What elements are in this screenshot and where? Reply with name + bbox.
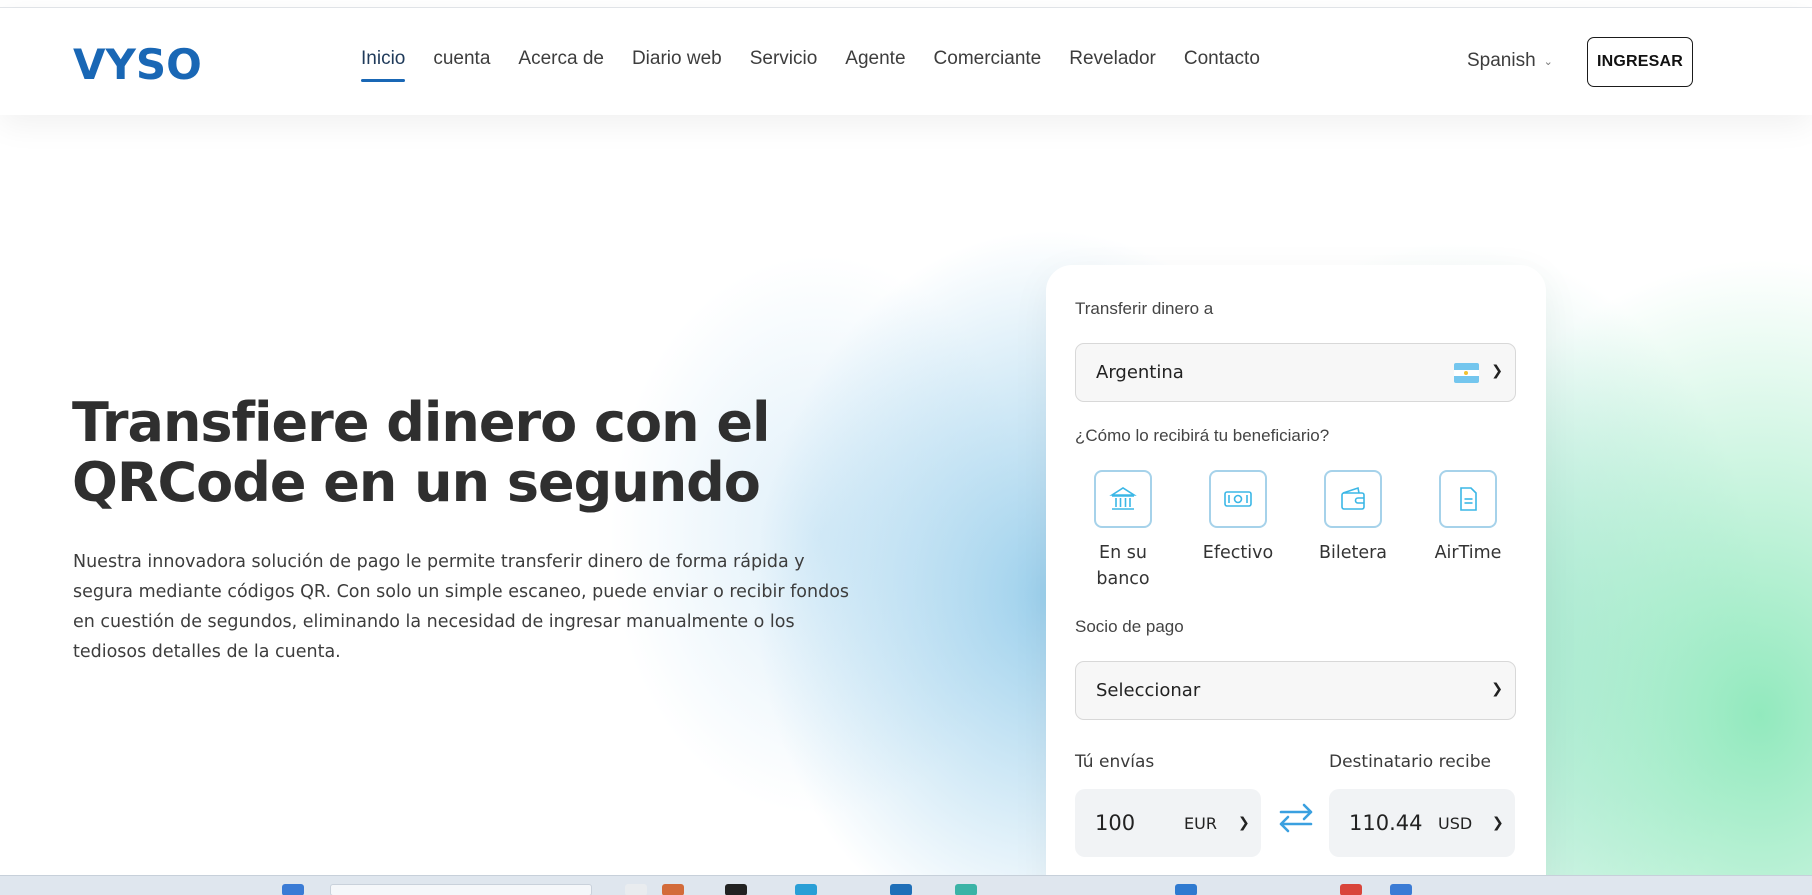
login-button[interactable]: INGRESAR (1587, 37, 1693, 87)
method-cash-label: Efectivo (1202, 543, 1274, 563)
nav-acerca-de[interactable]: Acerca de (518, 48, 604, 82)
taskbar-app-icon[interactable] (662, 884, 684, 895)
method-label: ¿Cómo lo recibirá tu beneficiario? (1075, 426, 1330, 445)
language-label: Spanish (1467, 50, 1536, 71)
cash-icon (1209, 470, 1267, 528)
bank-icon (1094, 470, 1152, 528)
receive-currency[interactable]: USD (1438, 814, 1472, 833)
swap-currency-icon[interactable] (1275, 800, 1317, 841)
send-amount-value[interactable]: 100 (1095, 811, 1135, 835)
hero-title-line-2: QRCode en un segundo (72, 451, 761, 514)
chevron-down-icon: ⌄ (1543, 55, 1553, 68)
os-taskbar (0, 875, 1812, 895)
hero-description: Nuestra innovadora solución de pago le p… (73, 552, 850, 662)
taskbar-app-icon[interactable] (890, 884, 912, 895)
nav-comerciante[interactable]: Comerciante (934, 48, 1042, 82)
hero-title: Transfiere dinero con el QRCode en un se… (72, 393, 772, 513)
main-nav: Inicio cuenta Acerca de Diario web Servi… (361, 48, 1288, 88)
nav-revelador[interactable]: Revelador (1069, 48, 1156, 82)
partner-select[interactable]: Seleccionar ❯ (1075, 661, 1516, 720)
taskbar-app-icon[interactable] (725, 884, 747, 895)
taskbar-app-icon[interactable] (1390, 884, 1412, 895)
nav-cuenta[interactable]: cuenta (433, 48, 490, 82)
method-airtime[interactable]: AirTime (1413, 470, 1523, 566)
receive-amount-field[interactable]: 110.44 USD ❯ (1329, 789, 1515, 857)
nav-diario-web[interactable]: Diario web (632, 48, 722, 82)
site-logo[interactable]: VYSO (73, 40, 202, 89)
method-wallet-label: Biletera (1318, 543, 1388, 563)
language-selector[interactable]: Spanish ⌄ (1467, 50, 1553, 72)
chevron-down-icon: ❯ (1491, 681, 1503, 697)
nav-agente[interactable]: Agente (845, 48, 905, 82)
browser-top-edge (0, 0, 1812, 8)
partner-value: Seleccionar (1096, 680, 1201, 701)
send-label: Tú envías (1075, 752, 1155, 772)
send-amount-field[interactable]: 100 EUR ❯ (1075, 789, 1261, 857)
country-label: Transferir dinero a (1075, 299, 1214, 318)
argentina-flag-icon (1454, 363, 1479, 383)
method-cash[interactable]: Efectivo (1183, 470, 1293, 566)
taskbar-app-icon[interactable] (1175, 884, 1197, 895)
receive-label: Destinatario recibe (1329, 752, 1491, 772)
hero-title-line-1: Transfiere dinero con el (72, 391, 770, 454)
method-bank[interactable]: En su banco (1068, 470, 1178, 592)
taskbar-app-icon[interactable] (955, 884, 977, 895)
method-airtime-label: AirTime (1434, 543, 1502, 563)
nav-servicio[interactable]: Servicio (750, 48, 818, 82)
taskbar-app-icon[interactable] (1340, 884, 1362, 895)
chevron-down-icon[interactable]: ❯ (1238, 814, 1250, 831)
site-header: VYSO Inicio cuenta Acerca de Diario web … (0, 8, 1812, 115)
chevron-down-icon[interactable]: ❯ (1492, 814, 1504, 831)
taskbar-app-icon[interactable] (795, 884, 817, 895)
nav-contacto[interactable]: Contacto (1184, 48, 1260, 82)
chevron-down-icon: ❯ (1491, 363, 1503, 379)
method-bank-label: En su banco (1096, 543, 1150, 589)
partner-label: Socio de pago (1075, 617, 1184, 636)
send-currency[interactable]: EUR (1184, 814, 1217, 833)
start-icon[interactable] (282, 884, 304, 895)
taskbar-app-icon[interactable] (625, 884, 647, 895)
receive-amount-value[interactable]: 110.44 (1349, 811, 1422, 835)
country-value: Argentina (1096, 362, 1184, 383)
nav-inicio[interactable]: Inicio (361, 48, 406, 82)
phone-document-icon (1439, 470, 1497, 528)
taskbar-search[interactable] (330, 884, 592, 895)
method-wallet[interactable]: Biletera (1298, 470, 1408, 566)
wallet-icon (1324, 470, 1382, 528)
country-select[interactable]: Argentina ❯ (1075, 343, 1516, 402)
